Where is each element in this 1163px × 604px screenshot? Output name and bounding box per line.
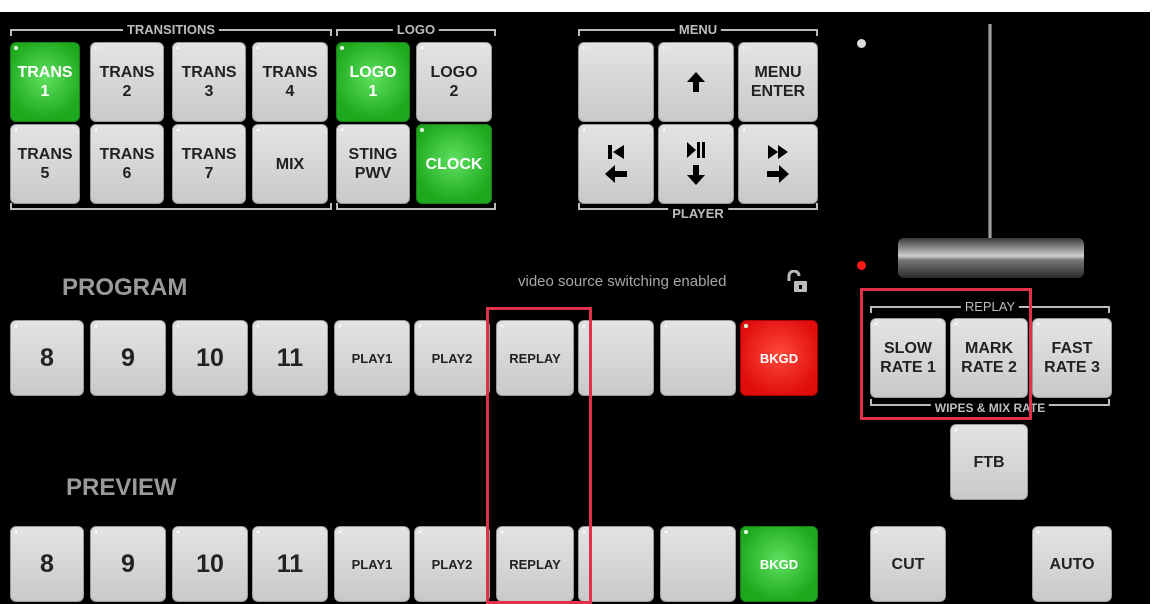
slow-rate-1-button[interactable]: SLOW RATE 1 xyxy=(870,318,946,398)
preview-blank-button-2[interactable] xyxy=(660,526,736,602)
trans-5-button[interactable]: TRANS 5 xyxy=(10,124,80,204)
player-play-pause-button[interactable] xyxy=(658,124,734,204)
trans-2-button[interactable]: TRANS 2 xyxy=(90,42,164,122)
tbar-track xyxy=(988,24,992,246)
transitions-bracket-bottom xyxy=(10,203,332,210)
trans-7-button[interactable]: TRANS 7 xyxy=(172,124,246,204)
menu-enter-button[interactable]: MENU ENTER xyxy=(738,42,818,122)
trans-3-button[interactable]: TRANS 3 xyxy=(172,42,246,122)
program-source-9[interactable]: 9 xyxy=(90,320,166,396)
preview-source-9[interactable]: 9 xyxy=(90,526,166,602)
auto-button[interactable]: AUTO xyxy=(1032,526,1112,602)
arrow-up-icon xyxy=(687,72,705,92)
menu-blank-button[interactable] xyxy=(578,42,654,122)
arrow-down-icon xyxy=(687,165,705,185)
program-play1-button[interactable]: PLAY1 xyxy=(334,320,410,396)
clock-button[interactable]: CLOCK xyxy=(416,124,492,204)
logo-1-button[interactable]: LOGO 1 xyxy=(336,42,410,122)
program-source-11[interactable]: 11 xyxy=(252,320,328,396)
player-previous-button[interactable] xyxy=(578,124,654,204)
arrow-left-icon xyxy=(605,165,627,183)
mix-button[interactable]: MIX xyxy=(252,124,328,204)
tbar-handle[interactable] xyxy=(898,238,1084,278)
preview-bkgd-button[interactable]: BKGD xyxy=(740,526,818,602)
fast-rate-3-button[interactable]: FAST RATE 3 xyxy=(1032,318,1112,398)
wipes-mix-rate-title: WIPES & MIX RATE xyxy=(930,401,1050,415)
sting-pwv-button[interactable]: STING PWV xyxy=(336,124,410,204)
menu-title: MENU xyxy=(674,23,722,37)
tbar-bottom-indicator xyxy=(857,261,866,270)
program-bkgd-button[interactable]: BKGD xyxy=(740,320,818,396)
player-fast-forward-button[interactable] xyxy=(738,124,818,204)
player-title: PLAYER xyxy=(668,207,728,221)
arrow-right-icon xyxy=(767,165,789,183)
preview-replay-button[interactable]: REPLAY xyxy=(496,526,574,602)
preview-source-8[interactable]: 8 xyxy=(10,526,84,602)
program-source-10[interactable]: 10 xyxy=(172,320,248,396)
program-blank-button-1[interactable] xyxy=(578,320,654,396)
ftb-button[interactable]: FTB xyxy=(950,424,1028,500)
skip-previous-icon xyxy=(608,145,624,159)
unlock-icon xyxy=(787,270,807,292)
preview-source-10[interactable]: 10 xyxy=(172,526,248,602)
preview-label: PREVIEW xyxy=(66,474,177,501)
cut-button[interactable]: CUT xyxy=(870,526,946,602)
trans-1-button[interactable]: TRANS 1 xyxy=(10,42,80,122)
logo-title: LOGO xyxy=(392,23,440,37)
play-pause-icon xyxy=(687,142,705,158)
logo-2-button[interactable]: LOGO 2 xyxy=(416,42,492,122)
trans-4-button[interactable]: TRANS 4 xyxy=(252,42,328,122)
program-replay-button[interactable]: REPLAY xyxy=(496,320,574,396)
preview-play2-button[interactable]: PLAY2 xyxy=(414,526,490,602)
preview-play1-button[interactable]: PLAY1 xyxy=(334,526,410,602)
mark-rate-2-button[interactable]: MARK RATE 2 xyxy=(950,318,1028,398)
preview-source-11[interactable]: 11 xyxy=(252,526,328,602)
preview-blank-button-1[interactable] xyxy=(578,526,654,602)
trans-6-button[interactable]: TRANS 6 xyxy=(90,124,164,204)
fast-forward-icon xyxy=(768,145,788,159)
transitions-title: TRANSITIONS xyxy=(122,23,220,37)
source-switching-status: video source switching enabled xyxy=(518,273,727,290)
tbar-top-indicator xyxy=(857,39,866,48)
program-play2-button[interactable]: PLAY2 xyxy=(414,320,490,396)
replay-title: REPLAY xyxy=(960,300,1020,314)
program-label: PROGRAM xyxy=(62,274,188,301)
program-blank-button-2[interactable] xyxy=(660,320,736,396)
program-source-8[interactable]: 8 xyxy=(10,320,84,396)
switcher-panel: TRANSITIONS TRANS 1 TRANS 2 TRANS 3 TRAN… xyxy=(0,12,1150,604)
logo-bracket-bottom xyxy=(336,203,496,210)
menu-up-button[interactable] xyxy=(658,42,734,122)
